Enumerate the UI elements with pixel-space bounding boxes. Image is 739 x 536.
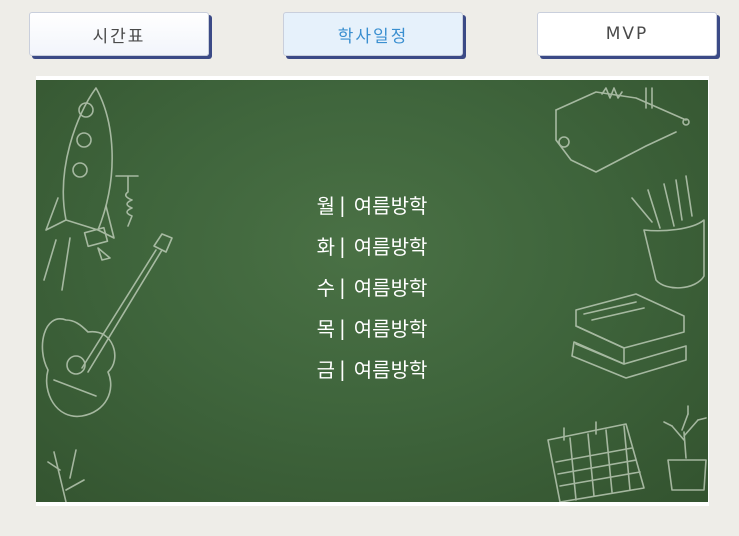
separator: | <box>339 233 346 258</box>
schedule-row-tue: 화 | 여름방학 <box>317 225 428 266</box>
event-label: 여름방학 <box>353 358 428 382</box>
schedule-row-fri: 금 | 여름방학 <box>317 348 428 389</box>
schedule-row-mon: 월 | 여름방학 <box>317 184 428 225</box>
day-label: 수 <box>316 276 336 300</box>
tab-academic-calendar[interactable]: 학사일정 <box>283 12 463 56</box>
plant-sprig-doodle <box>47 449 85 502</box>
calendar-doodle <box>547 421 645 502</box>
day-label: 금 <box>316 358 336 382</box>
chalkboard-frame: 월 | 여름방학 화 | 여름방학 수 | 여름방학 목 | 여름방학 금 | 여름방학 <box>36 76 709 506</box>
potted-plant-doodle <box>663 405 707 491</box>
schedule-row-wed: 수 | 여름방학 <box>317 266 428 307</box>
separator: | <box>339 356 346 381</box>
separator: | <box>339 274 346 299</box>
schedule-row-thu: 목 | 여름방학 <box>317 307 428 348</box>
event-label: 여름방학 <box>353 317 428 341</box>
day-label: 목 <box>316 317 336 341</box>
event-label: 여름방학 <box>353 276 428 300</box>
tab-timetable[interactable]: 시간표 <box>29 12 209 56</box>
circuit-doodle <box>555 87 690 173</box>
event-label: 여름방학 <box>353 235 428 259</box>
separator: | <box>339 315 346 340</box>
chalkboard: 월 | 여름방학 화 | 여름방학 수 | 여름방학 목 | 여름방학 금 | 여름방학 <box>36 80 708 502</box>
tab-mvp[interactable]: MVP <box>537 12 717 56</box>
schedule-list: 월 | 여름방학 화 | 여름방학 수 | 여름방학 목 | 여름방학 금 | 여름방학 <box>36 184 708 389</box>
event-label: 여름방학 <box>353 194 428 218</box>
tab-bar: 시간표 학사일정 MVP <box>0 0 739 70</box>
day-label: 월 <box>316 194 336 218</box>
day-label: 화 <box>316 235 336 259</box>
separator: | <box>339 192 346 217</box>
